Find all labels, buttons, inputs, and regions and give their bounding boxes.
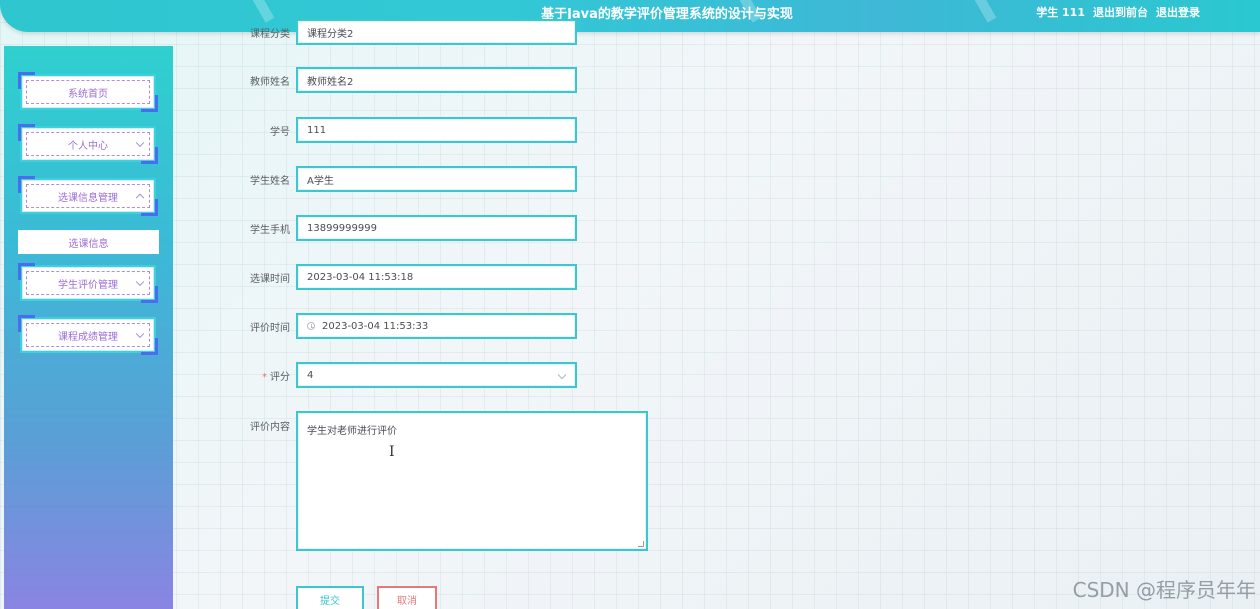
teacher-name-field[interactable]: 教师姓名2 xyxy=(296,67,577,93)
chevron-down-icon xyxy=(557,370,567,380)
sidebar-item-label: 选课信息管理 xyxy=(58,192,118,204)
textarea-value: 学生对老师进行评价 xyxy=(307,426,397,437)
field-label: 评价内容 xyxy=(250,422,290,433)
clock-icon xyxy=(307,322,315,330)
field-label: 学生姓名 xyxy=(250,176,290,187)
resize-handle-icon[interactable] xyxy=(638,541,644,547)
submenu-item-course-selection-info[interactable]: 选课信息 xyxy=(18,230,159,254)
chevron-down-icon xyxy=(135,138,145,148)
student-id-field[interactable]: 111 xyxy=(296,117,577,143)
text-cursor-icon: I xyxy=(389,444,395,460)
sidebar-item-label: 学生评价管理 xyxy=(58,279,118,291)
eval-time-picker[interactable]: 2023-03-04 11:53:33 xyxy=(296,313,577,339)
student-name-field[interactable]: A学生 xyxy=(296,166,577,192)
course-category-field[interactable]: 课程分类2 xyxy=(296,19,577,45)
top-header: 基于Java的教学评价管理系统的设计与实现 学生 111 退出到前台 退出登录 xyxy=(0,0,1260,32)
chevron-up-icon xyxy=(135,193,145,203)
chevron-down-icon xyxy=(135,329,145,339)
eval-time-value: 2023-03-04 11:53:33 xyxy=(322,320,429,332)
sidebar-item-label: 课程成绩管理 xyxy=(58,331,118,343)
field-label: 学号 xyxy=(270,127,290,138)
watermark: CSDN @程序员年年 xyxy=(1072,578,1256,602)
sidebar-item-student-evaluation[interactable]: 学生评价管理 xyxy=(18,263,158,303)
field-label: 课程分类 xyxy=(250,29,290,40)
field-label: * 评分 xyxy=(230,368,290,383)
field-label: 选课时间 xyxy=(250,274,290,285)
submit-button[interactable]: 提交 xyxy=(296,586,364,609)
chevron-down-icon xyxy=(135,277,145,287)
sidebar-item-label: 个人中心 xyxy=(68,140,108,152)
header-user-area: 学生 111 退出到前台 退出登录 xyxy=(1036,4,1200,20)
sidebar-item-personal-center[interactable]: 个人中心 xyxy=(18,124,158,164)
evaluation-content-textarea[interactable]: 学生对老师进行评价 xyxy=(296,411,648,551)
current-user: 学生 111 xyxy=(1036,6,1085,19)
required-mark: * xyxy=(262,372,267,383)
score-label: 评分 xyxy=(270,372,290,383)
select-time-field[interactable]: 2023-03-04 11:53:18 xyxy=(296,264,577,290)
logout-link[interactable]: 退出登录 xyxy=(1156,4,1200,20)
field-label: 学生手机 xyxy=(250,225,290,236)
sidebar-item-course-selection[interactable]: 选课信息管理 xyxy=(18,176,158,216)
sidebar-item-label: 系统首页 xyxy=(68,88,108,100)
field-label: 教师姓名 xyxy=(250,77,290,88)
field-label: 评价时间 xyxy=(250,323,290,334)
score-value: 4 xyxy=(307,369,314,381)
sidebar-item-home[interactable]: 系统首页 xyxy=(18,72,158,112)
cancel-button[interactable]: 取消 xyxy=(377,586,437,609)
student-phone-field[interactable]: 13899999999 xyxy=(296,215,577,241)
score-select[interactable]: 4 xyxy=(296,362,577,388)
sidebar-item-course-grades[interactable]: 课程成绩管理 xyxy=(18,315,158,355)
sidebar: 系统首页 个人中心 选课信息管理 选课信息 学生评价管理 课程成绩管理 xyxy=(4,46,173,609)
back-to-front-link[interactable]: 退出到前台 xyxy=(1093,4,1148,20)
